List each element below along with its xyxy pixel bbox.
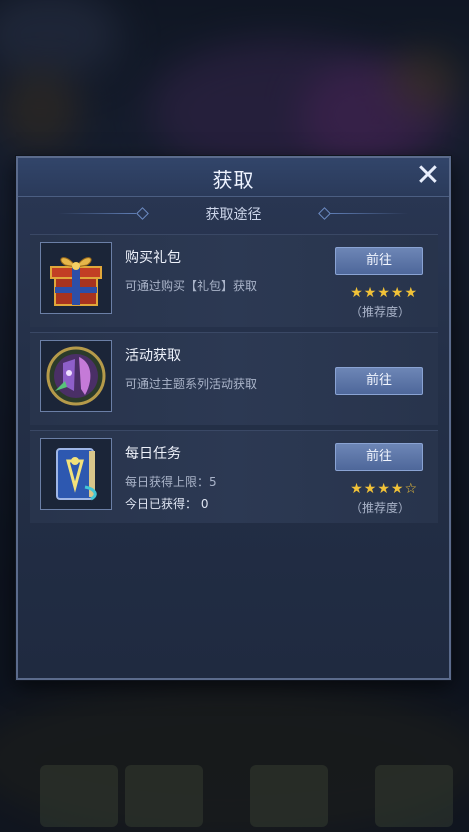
hero-emblem-icon	[40, 340, 112, 412]
recommend-label: （推荐度）	[349, 305, 410, 319]
recommend-stars: ★★★★☆	[350, 481, 418, 497]
go-button-gift[interactable]: 前往	[335, 247, 423, 275]
section-subtitle: 获取途径	[205, 207, 262, 223]
subtitle-row: 获取途径	[18, 204, 449, 224]
route-card-daily: 每日任务 每日获得上限：5 今日已获得： 0 前往 ★★★★☆ （推荐度）	[30, 430, 438, 523]
acquire-dialog: 获取 ✕ 获取途径 购买礼包 可通过购买【礼包】获取 前往 ★★★★★ （推荐度…	[16, 156, 451, 680]
route-name: 活动获取	[125, 348, 181, 364]
close-icon[interactable]: ✕	[415, 161, 441, 191]
recommend-stars: ★★★★★	[350, 285, 418, 301]
today-obtained: 今日已获得： 0	[125, 497, 209, 511]
divider-right	[330, 213, 408, 214]
go-button-daily[interactable]: 前往	[335, 443, 423, 471]
go-button-event[interactable]: 前往	[335, 367, 423, 395]
route-card-gift: 购买礼包 可通过购买【礼包】获取 前往 ★★★★★ （推荐度）	[30, 234, 438, 327]
dialog-title: 获取	[212, 168, 255, 192]
route-name: 每日任务	[125, 446, 181, 462]
daily-limit: 每日获得上限：5	[125, 475, 217, 489]
route-name: 购买礼包	[125, 250, 181, 266]
recommend-label: （推荐度）	[349, 501, 410, 515]
gift-box-icon	[40, 242, 112, 314]
route-desc: 可通过主题系列活动获取	[125, 377, 258, 391]
quest-book-icon	[40, 438, 112, 510]
route-desc: 可通过购买【礼包】获取	[125, 279, 258, 293]
title-bar: 获取 ✕	[18, 158, 449, 197]
route-card-event: 活动获取 可通过主题系列活动获取 前往	[30, 332, 438, 425]
